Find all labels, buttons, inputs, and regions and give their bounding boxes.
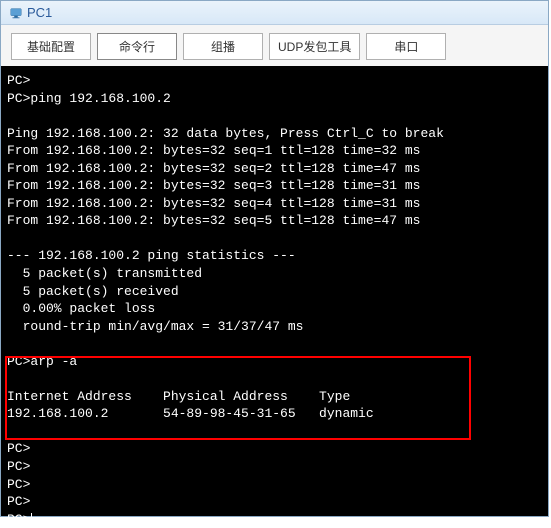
terminal-line: From 192.168.100.2: bytes=32 seq=4 ttl=1… bbox=[7, 196, 420, 211]
title-bar: PC1 bbox=[1, 1, 548, 25]
terminal-line: PC> bbox=[7, 459, 30, 474]
app-icon bbox=[9, 6, 23, 20]
terminal-line: From 192.168.100.2: bytes=32 seq=1 ttl=1… bbox=[7, 143, 420, 158]
terminal-line: PC>ping 192.168.100.2 bbox=[7, 91, 171, 106]
terminal-line: PC> bbox=[7, 512, 30, 527]
terminal-line: From 192.168.100.2: bytes=32 seq=5 ttl=1… bbox=[7, 213, 420, 228]
terminal-line: From 192.168.100.2: bytes=32 seq=3 ttl=1… bbox=[7, 178, 420, 193]
tab-udp-tool[interactable]: UDP发包工具 bbox=[269, 33, 360, 60]
terminal-line: Ping 192.168.100.2: 32 data bytes, Press… bbox=[7, 126, 444, 141]
terminal-line: --- 192.168.100.2 ping statistics --- bbox=[7, 248, 296, 263]
terminal-line: round-trip min/avg/max = 31/37/47 ms bbox=[7, 319, 303, 334]
terminal-line: 5 packet(s) transmitted bbox=[7, 266, 202, 281]
terminal-line: PC>arp -a bbox=[7, 354, 77, 369]
terminal-line: 0.00% packet loss bbox=[7, 301, 155, 316]
tab-bar: 基础配置 命令行 组播 UDP发包工具 串口 bbox=[1, 25, 548, 66]
terminal-line: PC> bbox=[7, 441, 30, 456]
terminal-line: 5 packet(s) received bbox=[7, 284, 179, 299]
terminal-line: PC> bbox=[7, 477, 30, 492]
terminal-line: 192.168.100.2 54-89-98-45-31-65 dynamic bbox=[7, 406, 374, 421]
terminal-line: PC> bbox=[7, 73, 30, 88]
terminal-cursor bbox=[31, 513, 32, 527]
app-window: PC1 基础配置 命令行 组播 UDP发包工具 串口 PC> PC>ping 1… bbox=[0, 0, 549, 517]
terminal-line: PC> bbox=[7, 494, 30, 509]
terminal-line: From 192.168.100.2: bytes=32 seq=2 ttl=1… bbox=[7, 161, 420, 176]
terminal-line: Internet Address Physical Address Type bbox=[7, 389, 350, 404]
tab-command-line[interactable]: 命令行 bbox=[97, 33, 177, 60]
window-title: PC1 bbox=[27, 5, 52, 20]
terminal-output[interactable]: PC> PC>ping 192.168.100.2 Ping 192.168.1… bbox=[1, 66, 548, 516]
tab-serial[interactable]: 串口 bbox=[366, 33, 446, 60]
tab-basic-config[interactable]: 基础配置 bbox=[11, 33, 91, 60]
tab-multicast[interactable]: 组播 bbox=[183, 33, 263, 60]
